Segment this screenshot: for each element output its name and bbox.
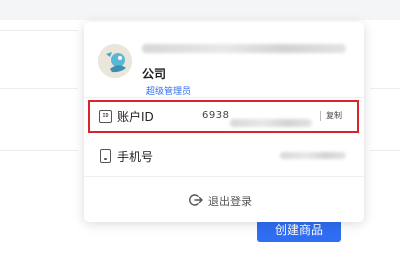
background-divider bbox=[0, 30, 78, 31]
background-divider bbox=[0, 150, 78, 151]
background-divider bbox=[0, 88, 78, 89]
account-id-row: ID 账户ID 6938 复制 bbox=[84, 98, 364, 134]
account-id-value: 6938 bbox=[202, 110, 230, 121]
account-id-redacted bbox=[230, 119, 312, 127]
phone-icon bbox=[100, 149, 111, 163]
phone-redacted bbox=[280, 152, 346, 159]
company-name: 公司 bbox=[142, 67, 167, 81]
avatar-image bbox=[98, 44, 132, 78]
logout-button[interactable]: 退出登录 bbox=[84, 188, 364, 212]
copy-button[interactable]: 复制 bbox=[326, 110, 342, 121]
username-redacted bbox=[142, 44, 346, 53]
background-divider bbox=[370, 150, 400, 151]
account-popover: 公司 超级管理员 ID 账户ID 6938 复制 手机号 退出登录 bbox=[84, 22, 364, 222]
copy-separator bbox=[320, 111, 321, 121]
id-card-icon: ID bbox=[99, 110, 112, 123]
avatar[interactable] bbox=[98, 44, 132, 78]
phone-label: 手机号 bbox=[117, 150, 154, 164]
create-product-button[interactable]: 创建商品 bbox=[257, 219, 341, 242]
role-badge: 超级管理员 bbox=[146, 87, 192, 97]
logout-icon bbox=[189, 194, 203, 206]
background-divider bbox=[370, 88, 400, 89]
logout-label: 退出登录 bbox=[208, 195, 252, 208]
account-id-label: 账户ID bbox=[117, 110, 154, 124]
popover-divider bbox=[84, 176, 364, 177]
